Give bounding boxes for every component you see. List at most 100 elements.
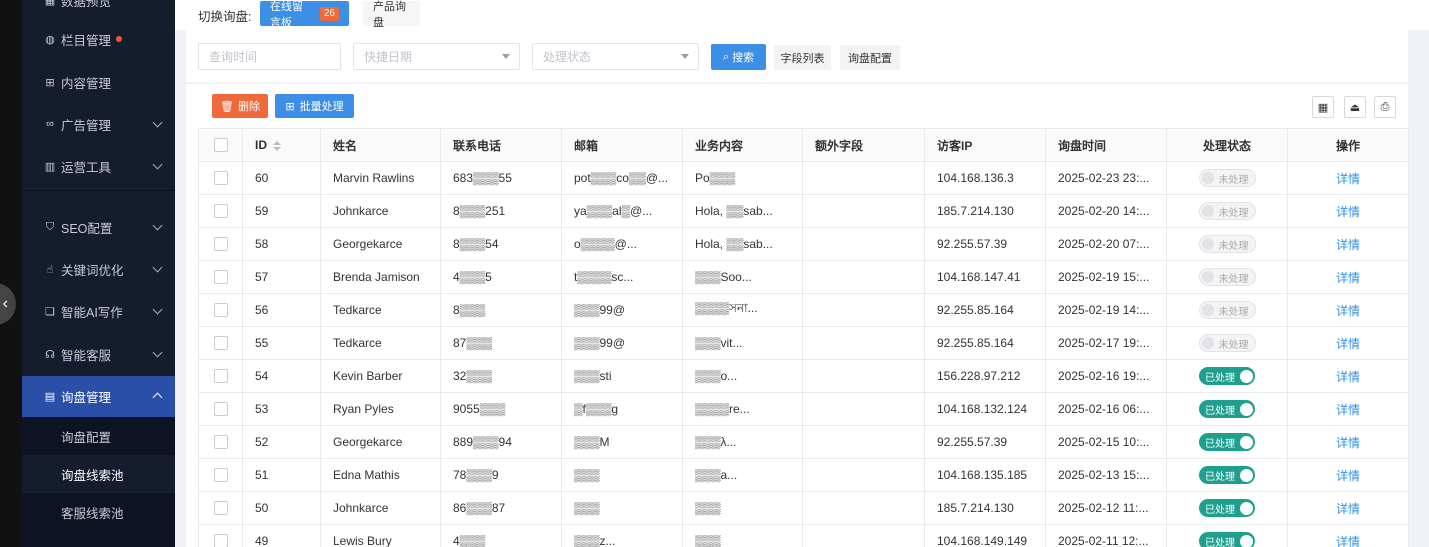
row-checkbox[interactable] [213, 402, 228, 417]
tab-online-board[interactable]: 在线留言板 26 [260, 1, 349, 29]
select-all-checkbox[interactable] [213, 138, 228, 153]
detail-link[interactable]: 详情 [1336, 205, 1360, 219]
detail-link[interactable]: 详情 [1336, 436, 1360, 450]
collapse-chevron-icon[interactable]: ‹ [0, 283, 16, 325]
row-checkbox[interactable] [213, 534, 228, 547]
detail-link[interactable]: 详情 [1336, 469, 1360, 483]
detail-link[interactable]: 详情 [1336, 337, 1360, 351]
status-select[interactable]: 处理状态 [532, 43, 699, 70]
sidebar-item-content-mgmt[interactable]: ⊞ 内容管理 [22, 62, 175, 102]
sort-icon[interactable] [273, 140, 281, 151]
detail-link[interactable]: 详情 [1336, 502, 1360, 516]
status-switch[interactable]: 已处理 [1199, 400, 1255, 418]
field-list-button[interactable]: 字段列表 [774, 45, 831, 70]
table-row[interactable]: 58 Georgekarce 8▒▒▒54 o▒▒▒▒@... Hola, ▒▒sab.… [198, 227, 1409, 261]
row-checkbox[interactable] [213, 303, 228, 318]
sidebar-subitem-inquiry-pool[interactable]: 询盘线索池 [22, 455, 175, 493]
table-row[interactable]: 49 Lewis Bury 4▒▒▒ ▒▒▒z... ▒▒▒ 104.168.149.14… [198, 524, 1409, 547]
row-select-cell[interactable] [198, 491, 243, 525]
detail-link[interactable]: 详情 [1336, 304, 1360, 318]
table-row[interactable]: 52 Georgekarce 889▒▒▒94 ▒▒▒M ▒▒▒λ... 92.255.5… [198, 425, 1409, 459]
status-switch[interactable]: 未处理 [1198, 268, 1256, 286]
row-checkbox[interactable] [213, 204, 228, 219]
status-switch[interactable]: 未处理 [1198, 334, 1256, 352]
table-row[interactable]: 54 Kevin Barber 32▒▒▒ ▒▒▒sti ▒▒▒o... 156.228.… [198, 359, 1409, 393]
table-row[interactable]: 59 Johnkarce 8▒▒▒251 ya▒▒▒al▒@... Hola, ▒▒sa… [198, 194, 1409, 228]
table-row[interactable]: 56 Tedkarce 8▒▒▒ ▒▒▒99@ ▒▒▒▒সনা... 92.255.85.… [198, 293, 1409, 327]
row-select-cell[interactable] [198, 293, 243, 327]
sidebar-item-seo[interactable]: ⛉ SEO配置 [22, 207, 175, 247]
export-icon[interactable]: ⏏ [1344, 96, 1366, 118]
detail-link[interactable]: 详情 [1336, 403, 1360, 417]
select-all-cell[interactable] [198, 128, 243, 162]
sidebar-item-data-preview[interactable]: ▦ 数据预览 [22, 0, 175, 20]
sidebar-item-column-mgmt[interactable]: ◍ 栏目管理 [22, 19, 175, 59]
print-icon[interactable]: ⎙ [1374, 96, 1396, 118]
status-switch[interactable]: 已处理 [1199, 499, 1255, 517]
columns-filter-icon[interactable]: ▦ [1312, 96, 1334, 118]
col-time: 询盘时间 [1045, 128, 1167, 162]
table-row[interactable]: 53 Ryan Pyles 9055▒▒▒ ▒f▒▒▒g ▒▒▒▒re... 104.16… [198, 392, 1409, 426]
row-checkbox[interactable] [213, 237, 228, 252]
row-select-cell[interactable] [198, 161, 243, 195]
inquiry-config-button[interactable]: 询盘配置 [840, 45, 900, 70]
cell-name: Georgekarce [320, 227, 441, 261]
query-time-input[interactable]: 查询时间 [198, 43, 341, 70]
row-checkbox[interactable] [213, 336, 228, 351]
sidebar-item-ad-mgmt[interactable]: ∞ 广告管理 [22, 104, 175, 144]
sidebar-item-ops-tools[interactable]: ▥ 运营工具 [22, 146, 175, 186]
sidebar-item-inquiry-mgmt[interactable]: ▤ 询盘管理 [22, 376, 175, 417]
cell-id: 49 [242, 524, 321, 547]
delete-button[interactable]: 🗑 删除 [212, 94, 268, 118]
row-checkbox[interactable] [213, 171, 228, 186]
button-label: 询盘配置 [848, 52, 892, 65]
row-select-cell[interactable] [198, 524, 243, 547]
status-switch[interactable]: 已处理 [1199, 466, 1255, 484]
quick-date-select[interactable]: 快捷日期 [353, 43, 520, 70]
detail-link[interactable]: 详情 [1336, 271, 1360, 285]
col-id[interactable]: ID [242, 128, 321, 162]
detail-link[interactable]: 详情 [1336, 370, 1360, 384]
status-switch[interactable]: 未处理 [1198, 202, 1256, 220]
status-switch[interactable]: 已处理 [1199, 532, 1255, 547]
status-text: 未处理 [1218, 306, 1249, 318]
sidebar-subitem-service-pool[interactable]: 客服线索池 [22, 493, 175, 531]
search-button[interactable]: ⌕ 搜索 [711, 44, 766, 70]
cell-status: 已处理 [1166, 425, 1288, 459]
table-row[interactable]: 60 Marvin Rawlins 683▒▒▒55 pot▒▒▒co▒▒@... Po… [198, 161, 1409, 195]
row-select-cell[interactable] [198, 326, 243, 360]
batch-process-button[interactable]: ⊞ 批量处理 [275, 94, 354, 118]
detail-link[interactable]: 详情 [1336, 238, 1360, 252]
row-select-cell[interactable] [198, 425, 243, 459]
table-row[interactable]: 55 Tedkarce 87▒▒▒ ▒▒▒99@ ▒▒▒vit... 92.255.85.… [198, 326, 1409, 360]
row-select-cell[interactable] [198, 458, 243, 492]
sidebar-item-ai-service[interactable]: ☊ 智能客服 [22, 334, 175, 374]
row-checkbox[interactable] [213, 369, 228, 384]
table-row[interactable]: 50 Johnkarce 86▒▒▒87 ▒▒▒ ▒▒▒ 185.7.214.130 202… [198, 491, 1409, 525]
cell-email: ▒▒▒99@ [561, 293, 683, 327]
status-switch[interactable]: 未处理 [1198, 301, 1256, 319]
status-switch[interactable]: 未处理 [1198, 235, 1256, 253]
status-switch[interactable]: 未处理 [1198, 169, 1256, 187]
row-select-cell[interactable] [198, 260, 243, 294]
status-switch[interactable]: 已处理 [1199, 367, 1255, 385]
row-select-cell[interactable] [198, 227, 243, 261]
table-row[interactable]: 57 Brenda Jamison 4▒▒▒5 t▒▒▒▒sc... ▒▒▒Soo...… [198, 260, 1409, 294]
cell-status: 未处理 [1166, 326, 1288, 360]
row-select-cell[interactable] [198, 392, 243, 426]
sidebar-item-keyword[interactable]: ☝ 关键词优化 [22, 249, 175, 289]
sidebar-subitem-inquiry-config[interactable]: 询盘配置 [22, 417, 175, 455]
row-select-cell[interactable] [198, 194, 243, 228]
detail-link[interactable]: 详情 [1336, 535, 1360, 547]
detail-link[interactable]: 详情 [1336, 172, 1360, 186]
row-checkbox[interactable] [213, 270, 228, 285]
row-select-cell[interactable] [198, 359, 243, 393]
row-checkbox[interactable] [213, 435, 228, 450]
row-checkbox[interactable] [213, 468, 228, 483]
sidebar-item-ai-writing[interactable]: ❏ 智能AI写作 [22, 291, 175, 331]
row-checkbox[interactable] [213, 501, 228, 516]
table-row[interactable]: 51 Edna Mathis 78▒▒▒9 ▒▒▒ ▒▒▒a... 104.168.135… [198, 458, 1409, 492]
status-switch[interactable]: 已处理 [1199, 433, 1255, 451]
cell-time: 2025-02-15 10:... [1045, 425, 1167, 459]
tab-product-inquiry[interactable]: 产品询盘 [363, 1, 420, 29]
